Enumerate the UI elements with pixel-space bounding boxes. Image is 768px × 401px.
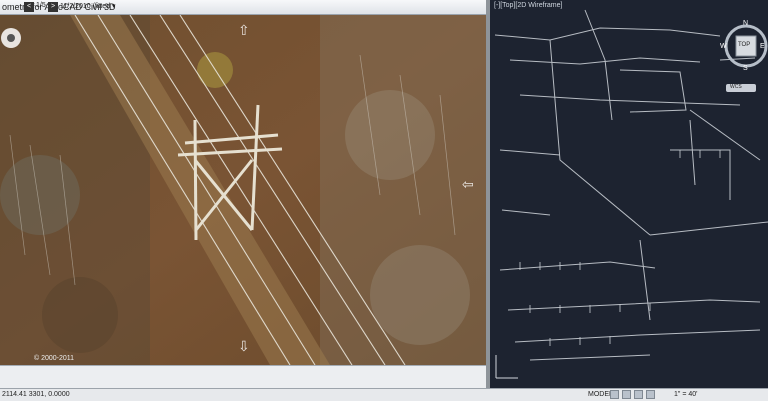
pan-right-icon[interactable]: ⇦ (462, 176, 474, 193)
compass-north[interactable]: N (743, 20, 748, 27)
date-select[interactable]: 11/2/2010 (fitted ▾ (60, 2, 116, 10)
status-bar: 2114.41 3301, 0.0000 MODEL 1" = 40' (0, 388, 768, 401)
polar-icon[interactable] (646, 390, 655, 399)
imagery-footer-bar (0, 365, 486, 389)
grid-icon[interactable] (610, 390, 619, 399)
ortho-icon[interactable] (634, 390, 643, 399)
cad-viewport[interactable]: [-][Top][2D Wireframe] TOP N S W E WCS (490, 0, 768, 388)
compass-south[interactable]: S (743, 65, 748, 72)
wcs-menu[interactable]: WCS (730, 84, 742, 90)
pan-down-icon[interactable]: ⇩ (238, 338, 250, 355)
viewport-label[interactable]: [-][Top][2D Wireframe] (494, 2, 562, 9)
viewcube-top-label[interactable]: TOP (738, 42, 750, 48)
aerial-imagery[interactable] (0, 15, 486, 365)
rotate-view-control[interactable] (0, 18, 22, 58)
status-toggles (610, 390, 655, 399)
previous-image-button[interactable]: < (24, 2, 34, 12)
next-image-button[interactable]: > (48, 2, 58, 12)
pan-up-icon[interactable]: ⇧ (238, 22, 250, 39)
compass-west[interactable]: W (720, 43, 727, 50)
imagery-pane: ometry for AutoCAD Civil 3D < 1/5 > 11/2… (0, 0, 486, 389)
coordinate-readout: 2114.41 3301, 0.0000 (2, 391, 70, 398)
compass-east[interactable]: E (760, 43, 765, 50)
copyright-text: © 2000-2011 (34, 355, 75, 362)
image-counter: 1/5 (36, 2, 46, 9)
snap-icon[interactable] (622, 390, 631, 399)
annotation-scale[interactable]: 1" = 40' (674, 389, 697, 401)
